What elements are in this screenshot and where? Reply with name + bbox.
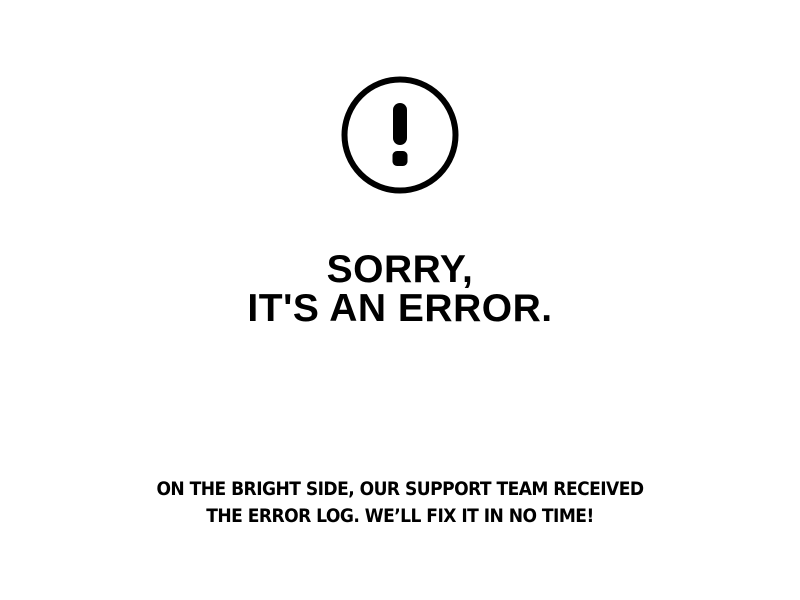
error-message: ON THE BRIGHT SIDE, OUR SUPPORT TEAM REC…: [40, 476, 760, 530]
error-heading: SORRY, IT'S AN ERROR.: [0, 250, 800, 328]
error-message-line-2: THE ERROR LOG. WE’LL FIX IT IN NO TIME!: [206, 505, 594, 527]
error-heading-line-2: IT'S AN ERROR.: [247, 287, 553, 330]
error-message-line-1: ON THE BRIGHT SIDE, OUR SUPPORT TEAM REC…: [156, 478, 644, 500]
exclamation-circle-icon: [341, 76, 459, 194]
error-page: SORRY, IT'S AN ERROR. ON THE BRIGHT SIDE…: [0, 0, 800, 600]
error-heading-line-1: SORRY,: [326, 248, 474, 291]
